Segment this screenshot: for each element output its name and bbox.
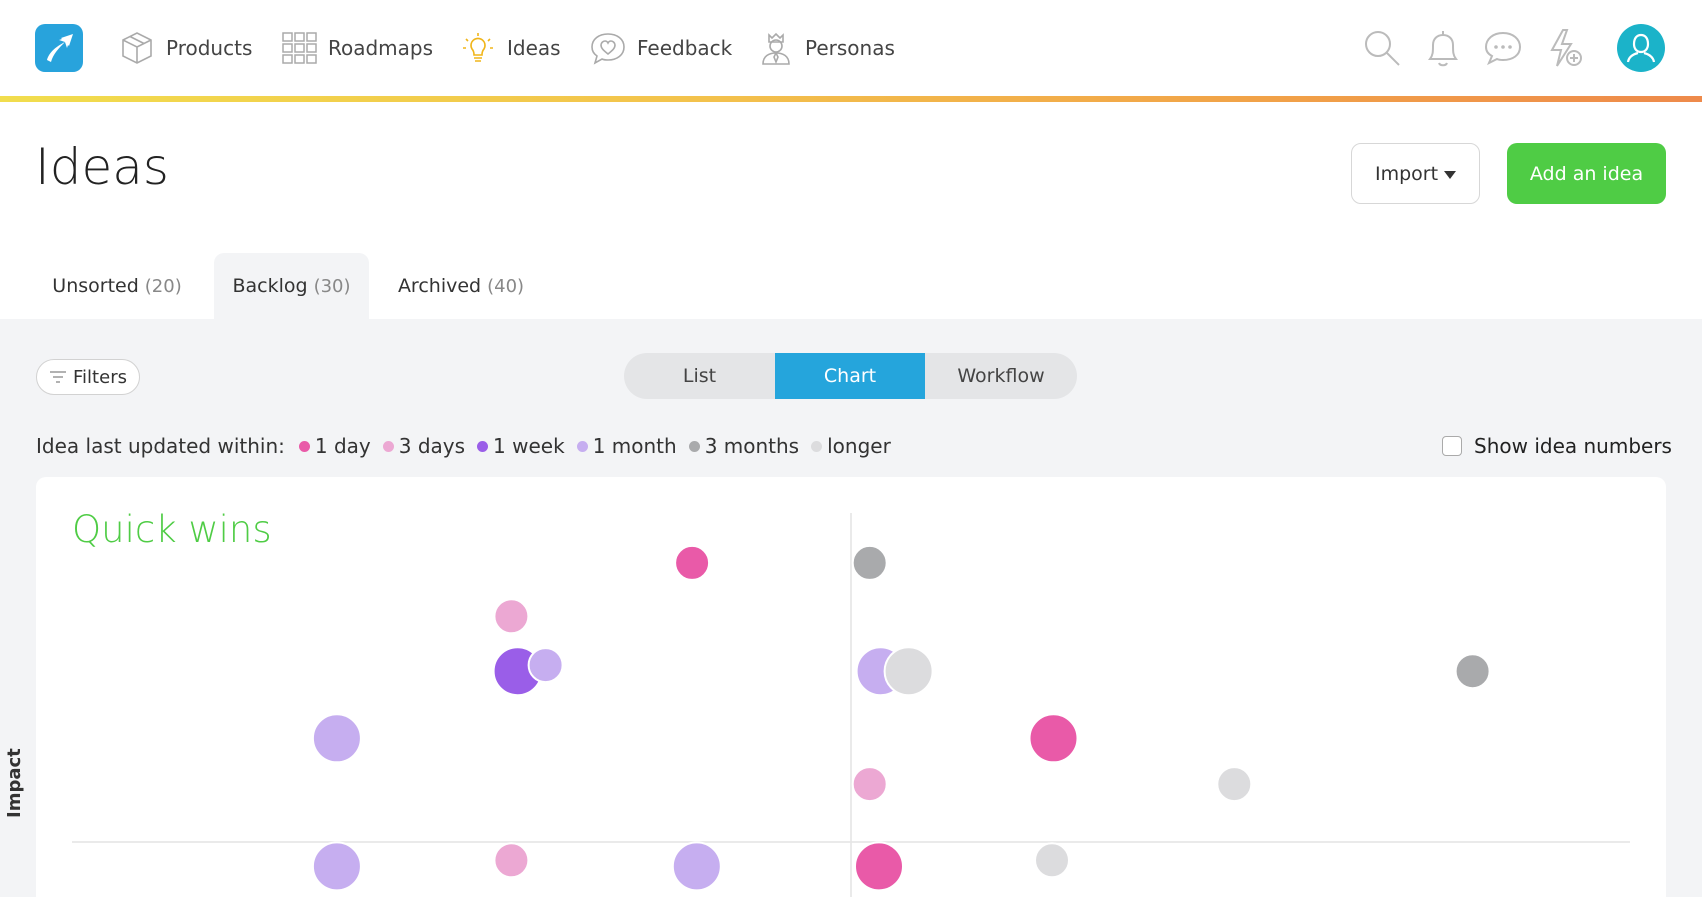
idea-point[interactable]: [1454, 653, 1491, 690]
view-chart-button[interactable]: Chart: [775, 353, 925, 399]
legend-dot: [382, 440, 394, 452]
nav-personas-label: Personas: [805, 36, 895, 60]
legend-dot: [811, 440, 823, 452]
idea-point[interactable]: [493, 598, 530, 635]
logo-arrow-icon: [45, 34, 73, 62]
filter-icon: [50, 371, 67, 383]
idea-point[interactable]: [493, 842, 530, 879]
legend-item: 1 day: [298, 434, 371, 458]
persona-icon: [762, 32, 790, 65]
legend-label: 1 day: [314, 434, 371, 458]
idea-point[interactable]: [1028, 713, 1079, 764]
nav-feedback-label: Feedback: [637, 36, 733, 60]
legend-item: 3 days: [382, 434, 466, 458]
nav-products-label: Products: [166, 36, 253, 60]
idea-point[interactable]: [311, 713, 362, 764]
idea-point[interactable]: [311, 841, 362, 892]
idea-point[interactable]: [527, 647, 564, 684]
user-avatar[interactable]: [1617, 24, 1665, 72]
idea-point[interactable]: [1216, 766, 1253, 803]
search-icon[interactable]: [1361, 27, 1403, 69]
chart-card: [36, 477, 1666, 897]
legend-label: 3 months: [704, 434, 800, 458]
idea-point[interactable]: [854, 841, 904, 892]
caret-down-icon: [1444, 170, 1457, 179]
nav-products[interactable]: Products: [118, 28, 252, 68]
legend-label: 1 week: [493, 434, 565, 458]
tab-unsorted-count: (20): [144, 275, 182, 297]
top-navigation: Products Roadmaps Ideas Feedback Persona…: [0, 0, 1702, 102]
bell-icon[interactable]: [1422, 27, 1464, 69]
lightning-plus-icon[interactable]: [1543, 27, 1585, 69]
tab-archived-label: Archived: [397, 275, 482, 297]
legend-item: 1 month: [576, 434, 677, 458]
legend-label: 3 days: [398, 434, 466, 458]
import-button[interactable]: Import: [1351, 143, 1480, 204]
filters-label: Filters: [73, 366, 127, 388]
filters-button[interactable]: Filters: [36, 359, 140, 395]
accent-bar: [0, 96, 1702, 102]
nav-personas[interactable]: Personas: [757, 28, 895, 68]
legend-label: longer: [827, 434, 891, 458]
legend-lead: Idea last updated within:: [36, 434, 285, 458]
idea-point[interactable]: [674, 544, 711, 581]
idea-point[interactable]: [1034, 842, 1070, 879]
legend-item: 3 months: [688, 434, 800, 458]
legend-dot: [688, 440, 700, 452]
show-numbers-toggle[interactable]: Show idea numbers: [1442, 434, 1672, 458]
nav-roadmaps-label: Roadmaps: [328, 36, 434, 60]
tab-unsorted-label: Unsorted: [52, 275, 139, 297]
user-icon: [1626, 33, 1656, 63]
box-icon: [122, 32, 152, 64]
import-label: Import: [1374, 162, 1439, 185]
idea-point[interactable]: [671, 841, 722, 892]
legend-item: 1 week: [477, 434, 565, 458]
nav-roadmaps[interactable]: Roadmaps: [280, 28, 433, 68]
tab-archived-count: (40): [487, 275, 525, 297]
heart-chat-icon: [591, 33, 625, 65]
quadrant-label: Quick wins: [72, 508, 272, 551]
grid-icon: [282, 32, 317, 64]
view-list-button[interactable]: List: [624, 353, 775, 399]
idea-scatter-chart: [72, 513, 1630, 897]
legend-label: 1 month: [592, 434, 677, 458]
nav-feedback[interactable]: Feedback: [589, 28, 732, 68]
tab-backlog[interactable]: Backlog (30): [214, 253, 369, 319]
lightbulb-icon: [463, 33, 493, 62]
tab-backlog-count: (30): [313, 275, 351, 297]
idea-point[interactable]: [851, 766, 888, 803]
legend-dot: [477, 440, 489, 452]
tab-archived[interactable]: Archived (40): [386, 253, 536, 319]
nav-ideas-label: Ideas: [507, 36, 561, 60]
idea-point[interactable]: [851, 544, 888, 581]
chart-points: [311, 544, 1491, 892]
chat-icon[interactable]: [1482, 27, 1524, 69]
tab-backlog-label: Backlog: [232, 275, 308, 297]
view-workflow-button[interactable]: Workflow: [925, 353, 1077, 399]
show-numbers-label: Show idea numbers: [1474, 434, 1672, 458]
y-axis-label: Impact: [4, 748, 25, 818]
legend-dot: [576, 440, 588, 452]
app-logo[interactable]: [35, 24, 83, 72]
nav-ideas[interactable]: Ideas: [459, 28, 561, 68]
page-title: Ideas: [35, 138, 169, 196]
legend-dot: [298, 440, 310, 452]
tab-unsorted[interactable]: Unsorted (20): [36, 253, 198, 319]
add-idea-button[interactable]: Add an idea: [1507, 143, 1666, 204]
legend-item: longer: [811, 434, 891, 458]
view-switcher: List Chart Workflow: [624, 353, 1077, 399]
idea-point[interactable]: [883, 646, 934, 697]
show-numbers-checkbox[interactable]: [1442, 436, 1462, 456]
chart-legend: Idea last updated within: 1 day 3 days 1…: [36, 434, 903, 458]
